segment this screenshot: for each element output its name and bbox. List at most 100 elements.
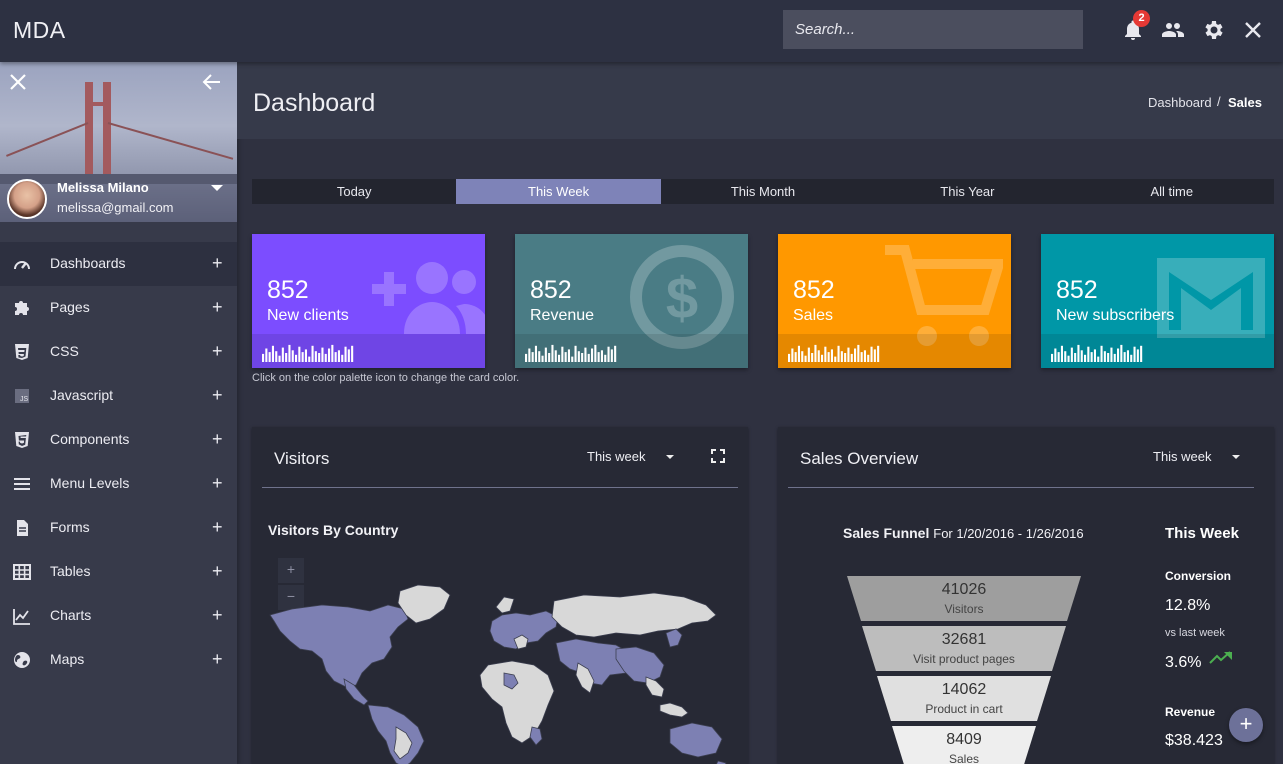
- stat-card-revenue[interactable]: $ 852 Revenue: [515, 234, 748, 368]
- divider: [788, 487, 1254, 488]
- profile-email: melissa@gmail.com: [57, 200, 174, 215]
- expand-icon[interactable]: +: [212, 429, 223, 450]
- card-value: 852: [793, 276, 835, 304]
- sparkline-bar: [867, 354, 870, 362]
- sparkline-bar: [1070, 347, 1073, 362]
- tab-this-week[interactable]: This Week: [456, 179, 661, 204]
- arrow-left-icon[interactable]: [202, 72, 222, 92]
- avatar[interactable]: [7, 179, 47, 219]
- sparkline-bar: [558, 354, 561, 362]
- vs-last-week-value: 3.6%: [1165, 654, 1202, 671]
- sidebar-item-tables[interactable]: Tables +: [0, 550, 237, 594]
- funnel-label: Visit product pages: [913, 652, 1015, 666]
- sparkline-bar: [607, 346, 610, 362]
- sparkline-bar: [341, 354, 344, 362]
- tab-this-year[interactable]: This Year: [865, 179, 1069, 204]
- brand-logo[interactable]: MDA: [13, 17, 66, 44]
- funnel-value: 8409: [946, 731, 982, 748]
- close-icon[interactable]: [1241, 18, 1265, 42]
- sparkline-bar: [344, 346, 347, 362]
- sparkline-bar: [295, 354, 298, 362]
- sidebar-item-menu-levels[interactable]: Menu Levels +: [0, 462, 237, 506]
- sidebar-item-pages[interactable]: Pages +: [0, 286, 237, 330]
- expand-icon[interactable]: +: [212, 253, 223, 274]
- sparkline-bar: [1087, 346, 1090, 362]
- expand-icon[interactable]: +: [212, 561, 223, 582]
- bridge-image-beam: [85, 102, 111, 106]
- add-fab-button[interactable]: +: [1229, 708, 1263, 742]
- sidebar-item-javascript[interactable]: JS Javascript +: [0, 374, 237, 418]
- range-dropdown[interactable]: This week: [1153, 449, 1212, 464]
- sparkline-bar: [531, 352, 534, 362]
- sparkline-bar: [877, 345, 880, 362]
- sales-overview-panel: Sales Overview This week Sales Funnel Fo…: [778, 427, 1274, 764]
- sparkline-bar: [870, 346, 873, 362]
- js-icon: JS: [12, 386, 32, 406]
- css3-icon: [12, 342, 32, 362]
- sparkline-bar: [1123, 352, 1126, 362]
- gear-icon[interactable]: [1201, 18, 1225, 42]
- funnel-label: Product in cart: [925, 702, 1003, 716]
- range-dropdown[interactable]: This week: [587, 449, 646, 464]
- expand-icon[interactable]: +: [212, 341, 223, 362]
- world-map[interactable]: [266, 577, 736, 764]
- expand-icon[interactable]: +: [212, 385, 223, 406]
- card-value: 852: [1056, 276, 1098, 304]
- breadcrumb-link[interactable]: Dashboard: [1148, 95, 1212, 110]
- expand-icon[interactable]: +: [212, 517, 223, 538]
- sparkline-bar: [1084, 354, 1087, 362]
- sparkline-bar: [824, 346, 827, 362]
- sparkline-bar: [791, 348, 794, 362]
- document-icon: [12, 518, 32, 538]
- sparkline-bar: [538, 351, 541, 362]
- sparkline-bar: [314, 351, 317, 362]
- chevron-down-icon[interactable]: [211, 185, 223, 191]
- sidebar-item-maps[interactable]: Maps +: [0, 638, 237, 682]
- expand-icon[interactable]: +: [212, 605, 223, 626]
- sparkline-bar: [324, 353, 327, 362]
- stat-card-new-clients[interactable]: 852 New clients: [252, 234, 485, 368]
- stat-card-new-subscribers[interactable]: 852 New subscribers: [1041, 234, 1274, 368]
- sparkline-bar: [1054, 348, 1057, 362]
- profile-name: Melissa Milano: [57, 180, 149, 195]
- sparkline-bar: [571, 356, 574, 362]
- tab-today[interactable]: Today: [252, 179, 456, 204]
- sparkline-bar: [1090, 352, 1093, 362]
- sparkline-bar: [1110, 347, 1113, 362]
- expand-icon[interactable]: +: [212, 473, 223, 494]
- funnel-value: 14062: [941, 681, 987, 698]
- card-label: Sales: [793, 307, 834, 324]
- sparkline-bar: [1093, 349, 1096, 362]
- expand-icon[interactable]: +: [212, 297, 223, 318]
- trending-up-icon: [1209, 651, 1232, 664]
- sparkline-bar: [827, 352, 830, 362]
- period-tabs: Today This Week This Month This Year All…: [252, 179, 1274, 204]
- chevron-down-icon[interactable]: [1232, 455, 1240, 459]
- sparkline-bar: [1074, 353, 1077, 362]
- sparkline-bar: [567, 349, 570, 362]
- bridge-image-cable: [6, 122, 89, 157]
- chevron-down-icon[interactable]: [666, 455, 674, 459]
- expand-icon[interactable]: +: [212, 649, 223, 670]
- sidebar-item-label: Pages: [50, 299, 90, 315]
- sparkline-bar: [318, 353, 321, 362]
- sidebar-item-label: Components: [50, 431, 130, 447]
- stat-card-sales[interactable]: 852 Sales: [778, 234, 1011, 368]
- close-icon[interactable]: [8, 72, 28, 92]
- tab-this-month[interactable]: This Month: [661, 179, 865, 204]
- sidebar-item-charts[interactable]: Charts +: [0, 594, 237, 638]
- table-icon: [12, 562, 32, 582]
- sidebar-item-css[interactable]: CSS +: [0, 330, 237, 374]
- funnel-title: Sales Funnel For 1/20/2016 - 1/26/2016: [843, 525, 1084, 541]
- fullscreen-icon[interactable]: [711, 449, 725, 468]
- people-icon[interactable]: [1161, 18, 1185, 42]
- tab-all-time[interactable]: All time: [1070, 179, 1274, 204]
- sparkline-bar: [873, 349, 876, 362]
- sidebar-item-label: Forms: [50, 519, 90, 535]
- sidebar-item-forms[interactable]: Forms +: [0, 506, 237, 550]
- sidebar-item-dashboards[interactable]: Dashboards +: [0, 242, 237, 286]
- cards-hint: Click on the color palette icon to chang…: [252, 372, 520, 384]
- sidebar-item-label: CSS: [50, 343, 79, 359]
- sidebar-item-components[interactable]: Components +: [0, 418, 237, 462]
- search-input[interactable]: [783, 10, 1083, 49]
